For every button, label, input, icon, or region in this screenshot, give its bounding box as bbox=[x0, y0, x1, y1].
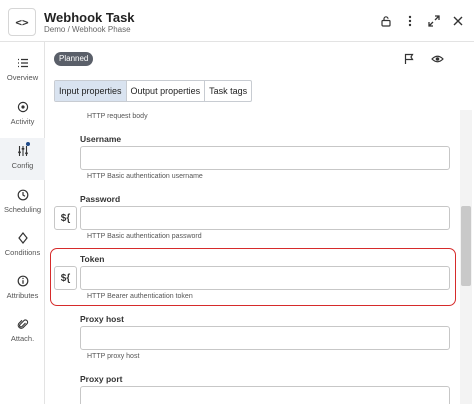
sidebar-item-label: Overview bbox=[6, 73, 39, 82]
password-help: HTTP Basic authentication password bbox=[87, 233, 202, 240]
lock-icon[interactable] bbox=[378, 13, 394, 29]
header: <> Webhook Task Demo / Webhook Phase bbox=[0, 0, 474, 42]
sidebar-item-label: Conditions bbox=[4, 248, 41, 257]
eye-icon[interactable] bbox=[430, 52, 444, 66]
diamond-icon bbox=[16, 231, 30, 245]
sidebar-item-label: Config bbox=[11, 161, 34, 170]
password-label: Password bbox=[80, 194, 121, 204]
property-tabs: Input properties Output properties Task … bbox=[54, 80, 253, 102]
proxy-host-help: HTTP proxy host bbox=[87, 353, 140, 360]
password-input[interactable] bbox=[80, 206, 450, 230]
proxy-host-label: Proxy host bbox=[80, 314, 124, 324]
form-scroll-area: HTTP request body Username HTTP Basic au… bbox=[45, 110, 460, 404]
sidebar-item-config[interactable]: Config bbox=[0, 138, 45, 180]
task-title: Webhook Task bbox=[44, 10, 135, 25]
sidebar-item-label: Activity bbox=[10, 117, 35, 126]
sidebar-item-activity[interactable]: Activity bbox=[0, 98, 45, 138]
status-badge: Planned bbox=[54, 52, 94, 66]
token-input[interactable] bbox=[80, 266, 450, 290]
list-icon bbox=[16, 56, 30, 70]
sidebar-item-attributes[interactable]: Attributes bbox=[0, 272, 45, 312]
paperclip-icon bbox=[16, 317, 30, 331]
proxy-host-input[interactable] bbox=[80, 326, 450, 350]
proxy-port-label: Proxy port bbox=[80, 374, 123, 384]
expand-icon[interactable] bbox=[426, 13, 442, 29]
clock-icon bbox=[16, 188, 30, 202]
code-brackets-icon: <> bbox=[8, 8, 36, 36]
sidebar-item-label: Attach. bbox=[10, 334, 35, 343]
token-expression-button[interactable]: ${ bbox=[54, 266, 77, 290]
sidebar-item-conditions[interactable]: Conditions bbox=[0, 229, 45, 269]
notification-dot bbox=[26, 142, 30, 146]
token-label: Token bbox=[80, 254, 105, 264]
proxy-port-input[interactable] bbox=[80, 386, 450, 404]
sliders-icon bbox=[16, 144, 30, 158]
sidebar-item-label: Attributes bbox=[6, 291, 39, 300]
tab-task-tags[interactable]: Task tags bbox=[205, 81, 251, 101]
username-help: HTTP Basic authentication username bbox=[87, 173, 203, 180]
activity-icon bbox=[16, 100, 30, 114]
tab-output-properties[interactable]: Output properties bbox=[127, 81, 206, 101]
flag-icon[interactable] bbox=[402, 52, 416, 66]
scrollbar-thumb[interactable] bbox=[461, 206, 471, 286]
more-vertical-icon[interactable] bbox=[402, 13, 418, 29]
request-body-help: HTTP request body bbox=[87, 113, 148, 120]
tab-input-properties[interactable]: Input properties bbox=[55, 81, 127, 101]
sidebar-item-attachments[interactable]: Attach. bbox=[0, 315, 45, 355]
sidebar-item-overview[interactable]: Overview bbox=[0, 54, 45, 94]
close-icon[interactable] bbox=[450, 13, 466, 29]
token-help: HTTP Bearer authentication token bbox=[87, 293, 193, 300]
sidebar-item-label: Scheduling bbox=[3, 205, 42, 214]
sidebar: Overview Activity Config Scheduling Cond… bbox=[0, 42, 45, 404]
username-input[interactable] bbox=[80, 146, 450, 170]
info-icon bbox=[16, 274, 30, 288]
password-expression-button[interactable]: ${ bbox=[54, 206, 77, 230]
sidebar-item-scheduling[interactable]: Scheduling bbox=[0, 186, 45, 226]
breadcrumb: Demo / Webhook Phase bbox=[44, 25, 131, 34]
username-label: Username bbox=[80, 134, 122, 144]
